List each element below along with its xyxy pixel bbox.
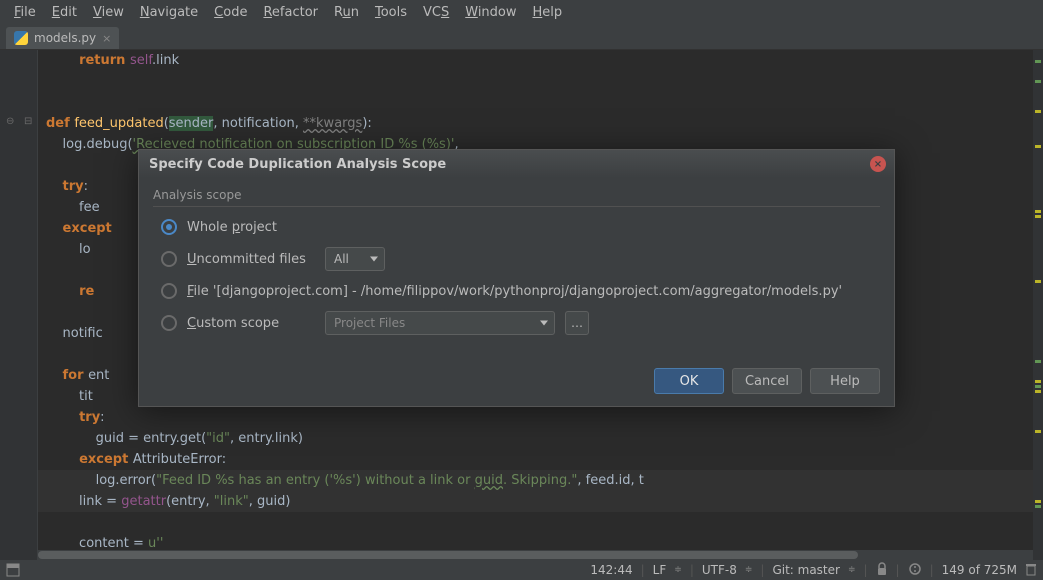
- menu-window[interactable]: Window: [457, 3, 524, 22]
- chevron-down-icon: [370, 257, 378, 262]
- cancel-button[interactable]: Cancel: [732, 368, 802, 394]
- tab-bar: models.py ×: [0, 24, 1043, 50]
- close-icon[interactable]: ×: [870, 156, 886, 172]
- h-scrollbar[interactable]: [38, 550, 1033, 560]
- browse-button[interactable]: …: [565, 311, 589, 335]
- menu-help[interactable]: Help: [525, 3, 571, 22]
- code-line[interactable]: link = getattr(entry, "link", guid): [38, 491, 1033, 512]
- group-label: Analysis scope: [153, 188, 880, 207]
- error-stripe-mark[interactable]: [1035, 60, 1041, 63]
- error-stripe-mark[interactable]: [1035, 360, 1041, 363]
- error-stripe-mark[interactable]: [1035, 80, 1041, 83]
- code-line[interactable]: guid = entry.get("id", entry.link): [38, 428, 1033, 449]
- radio-label: Whole project: [187, 220, 277, 235]
- menu-edit[interactable]: Edit: [44, 3, 85, 22]
- ok-button[interactable]: OK: [654, 368, 724, 394]
- h-scrollbar-thumb[interactable]: [38, 551, 858, 559]
- uncommitted-combo[interactable]: All: [325, 247, 385, 271]
- code-line[interactable]: [38, 71, 1033, 92]
- menu-refactor[interactable]: Refactor: [255, 3, 326, 22]
- radio-custom[interactable]: [161, 315, 177, 331]
- menu-code[interactable]: Code: [206, 3, 255, 22]
- tab-label: models.py: [34, 31, 96, 45]
- error-stripe[interactable]: [1033, 50, 1043, 560]
- menu-view[interactable]: View: [85, 3, 132, 22]
- code-line[interactable]: [38, 512, 1033, 533]
- status-bar: 142:44 | LF ≑ | UTF-8 ≑ | Git: master ≑ …: [0, 560, 1043, 580]
- code-line[interactable]: [38, 92, 1033, 113]
- error-stripe-mark[interactable]: [1035, 145, 1041, 148]
- error-stripe-mark[interactable]: [1035, 215, 1041, 218]
- error-stripe-mark[interactable]: [1035, 390, 1041, 393]
- error-stripe-mark[interactable]: [1035, 280, 1041, 283]
- inspector-icon[interactable]: [908, 562, 922, 579]
- radio-uncommitted[interactable]: [161, 251, 177, 267]
- menu-run[interactable]: Run: [326, 3, 367, 22]
- radio-label: Custom scope: [187, 316, 315, 331]
- error-stripe-mark[interactable]: [1035, 380, 1041, 383]
- help-button[interactable]: Help: [810, 368, 880, 394]
- dialog-title-bar[interactable]: Specify Code Duplication Analysis Scope …: [139, 150, 894, 178]
- code-line[interactable]: try:: [38, 407, 1033, 428]
- error-stripe-mark[interactable]: [1035, 210, 1041, 213]
- fold-icon[interactable]: ⊟: [24, 116, 32, 127]
- code-line[interactable]: log.error("Feed ID %s has an entry ('%s'…: [38, 470, 1033, 491]
- memory-indicator[interactable]: 149 of 725M: [942, 563, 1017, 577]
- updown-icon[interactable]: ≑: [674, 565, 682, 575]
- updown-icon[interactable]: ≑: [745, 565, 753, 575]
- encoding[interactable]: UTF-8: [702, 563, 737, 577]
- error-stripe-mark[interactable]: [1035, 385, 1041, 388]
- radio-label: Uncommitted files: [187, 252, 315, 267]
- menu-vcs[interactable]: VCS: [415, 3, 457, 22]
- radio-label: File '[djangoproject.com] - /home/filipp…: [187, 284, 842, 299]
- menu-tools[interactable]: Tools: [367, 3, 415, 22]
- radio-file[interactable]: [161, 283, 177, 299]
- error-stripe-mark[interactable]: [1035, 110, 1041, 113]
- gutter: ⊟⊖: [0, 50, 38, 560]
- caret-position: 142:44: [590, 563, 632, 577]
- dialog-analysis-scope: Specify Code Duplication Analysis Scope …: [138, 149, 895, 407]
- error-stripe-mark[interactable]: [1035, 430, 1041, 433]
- python-file-icon: [14, 31, 28, 45]
- menu-navigate[interactable]: Navigate: [132, 3, 206, 22]
- error-stripe-mark[interactable]: [1035, 505, 1041, 508]
- trash-icon[interactable]: [1025, 562, 1037, 579]
- line-ending[interactable]: LF: [653, 563, 667, 577]
- code-line[interactable]: except AttributeError:: [38, 449, 1033, 470]
- dialog-title: Specify Code Duplication Analysis Scope: [149, 157, 446, 172]
- status-icon: [6, 563, 20, 577]
- lock-icon[interactable]: [876, 562, 888, 579]
- updown-icon[interactable]: ≑: [848, 565, 856, 575]
- git-branch[interactable]: Git: master: [772, 563, 840, 577]
- code-line[interactable]: return self.link: [38, 50, 1033, 71]
- custom-scope-combo[interactable]: Project Files: [325, 311, 555, 335]
- chevron-down-icon: [540, 321, 548, 326]
- radio-whole-project[interactable]: [161, 219, 177, 235]
- menu-file[interactable]: File: [6, 3, 44, 22]
- editor-tab[interactable]: models.py ×: [6, 27, 119, 49]
- code-line[interactable]: def feed_updated(sender, notification, *…: [38, 113, 1033, 134]
- menubar: FileEditViewNavigateCodeRefactorRunTools…: [0, 0, 1043, 24]
- breakpoint-gutter-icon[interactable]: ⊖: [6, 116, 14, 127]
- tab-close-icon[interactable]: ×: [102, 32, 111, 45]
- error-stripe-mark[interactable]: [1035, 500, 1041, 503]
